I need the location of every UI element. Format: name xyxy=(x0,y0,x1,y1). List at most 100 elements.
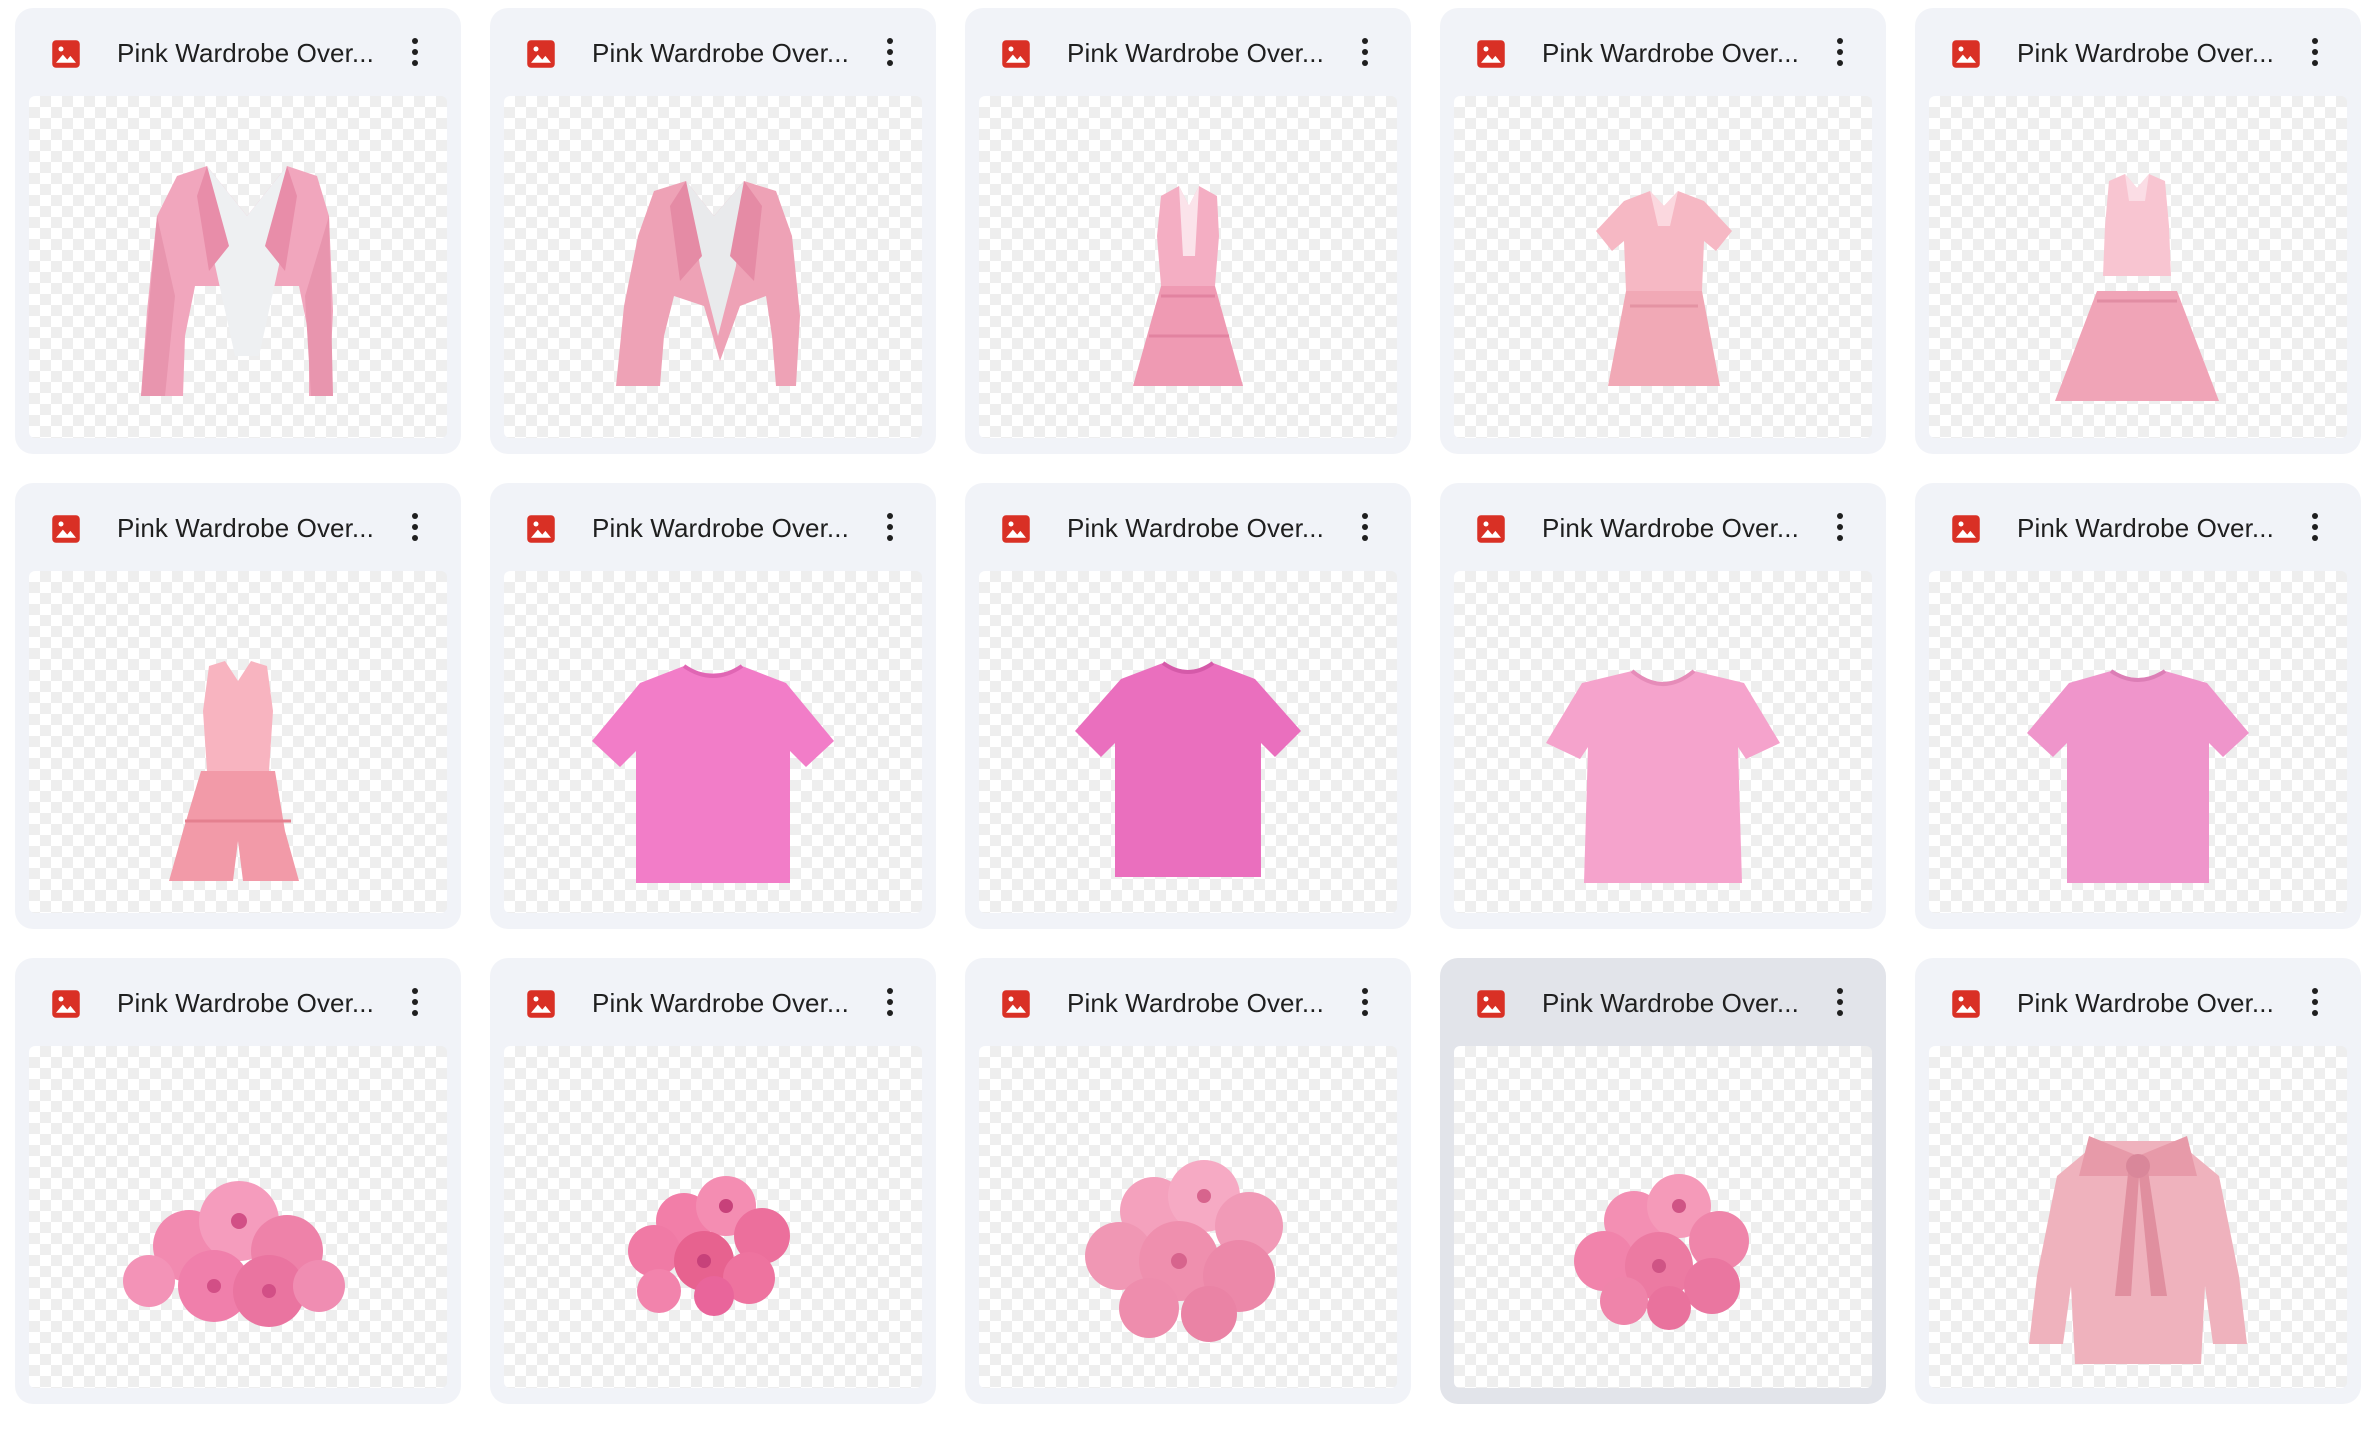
file-card[interactable]: Pink Wardrobe Over... xyxy=(1915,483,2361,929)
more-actions-button[interactable] xyxy=(1345,982,1385,1022)
file-name[interactable]: Pink Wardrobe Over... xyxy=(117,985,385,1021)
pink-bow-blouse-image xyxy=(2029,1136,2247,1364)
file-name[interactable]: Pink Wardrobe Over... xyxy=(117,510,385,546)
file-card[interactable]: Pink Wardrobe Over... xyxy=(965,958,1411,1404)
pink-tshirt-image xyxy=(1546,669,1780,883)
file-thumbnail[interactable] xyxy=(1929,96,2347,438)
more-actions-button[interactable] xyxy=(395,32,435,72)
file-card-header: Pink Wardrobe Over... xyxy=(490,958,936,1046)
more-actions-button[interactable] xyxy=(2295,982,2335,1022)
file-thumbnail[interactable] xyxy=(504,571,922,913)
more-vertical-icon xyxy=(2312,988,2318,1016)
file-name[interactable]: Pink Wardrobe Over... xyxy=(592,985,860,1021)
file-thumbnail[interactable] xyxy=(1454,571,1872,913)
more-vertical-icon xyxy=(2312,513,2318,541)
file-card[interactable]: Pink Wardrobe Over... xyxy=(15,483,461,929)
image-file-icon xyxy=(1001,514,1031,544)
more-actions-button[interactable] xyxy=(1820,507,1860,547)
pink-flowers-image xyxy=(628,1176,790,1316)
pink-tshirt-image xyxy=(592,664,834,883)
file-card[interactable]: Pink Wardrobe Over... xyxy=(965,8,1411,454)
file-card-header: Pink Wardrobe Over... xyxy=(1440,958,1886,1046)
image-file-icon xyxy=(1476,514,1506,544)
pink-flowers-image xyxy=(1574,1174,1749,1330)
file-name[interactable]: Pink Wardrobe Over... xyxy=(1542,510,1810,546)
image-file-icon xyxy=(526,39,556,69)
pink-tshirt-image xyxy=(2027,669,2249,883)
file-name[interactable]: Pink Wardrobe Over... xyxy=(117,35,385,71)
image-file-icon xyxy=(1001,39,1031,69)
more-actions-button[interactable] xyxy=(870,32,910,72)
file-name[interactable]: Pink Wardrobe Over... xyxy=(2017,35,2285,71)
file-name[interactable]: Pink Wardrobe Over... xyxy=(2017,510,2285,546)
file-card[interactable]: Pink Wardrobe Over... xyxy=(965,483,1411,929)
file-thumbnail[interactable] xyxy=(504,96,922,438)
file-card-header: Pink Wardrobe Over... xyxy=(965,483,1411,571)
pink-tank-shorts-image xyxy=(169,661,299,881)
more-actions-button[interactable] xyxy=(1820,32,1860,72)
more-actions-button[interactable] xyxy=(870,507,910,547)
file-card[interactable]: Pink Wardrobe Over... xyxy=(490,483,936,929)
file-name[interactable]: Pink Wardrobe Over... xyxy=(1067,510,1335,546)
more-actions-button[interactable] xyxy=(1345,32,1385,72)
file-card[interactable]: Pink Wardrobe Over... xyxy=(15,8,461,454)
file-thumbnail[interactable] xyxy=(979,96,1397,438)
more-actions-button[interactable] xyxy=(1345,507,1385,547)
file-card[interactable]: Pink Wardrobe Over... xyxy=(1915,8,2361,454)
image-file-icon xyxy=(1951,514,1981,544)
image-file-icon xyxy=(1476,989,1506,1019)
image-file-icon xyxy=(1001,989,1031,1019)
file-card[interactable]: Pink Wardrobe Over... xyxy=(490,8,936,454)
image-file-icon xyxy=(51,39,81,69)
file-name[interactable]: Pink Wardrobe Over... xyxy=(1542,985,1810,1021)
file-thumbnail[interactable] xyxy=(29,1046,447,1388)
file-card-header: Pink Wardrobe Over... xyxy=(1915,483,2361,571)
file-card-header: Pink Wardrobe Over... xyxy=(1915,958,2361,1046)
file-name[interactable]: Pink Wardrobe Over... xyxy=(592,35,860,71)
more-vertical-icon xyxy=(1837,38,1843,66)
more-actions-button[interactable] xyxy=(395,982,435,1022)
file-name[interactable]: Pink Wardrobe Over... xyxy=(1067,985,1335,1021)
file-thumbnail[interactable] xyxy=(979,1046,1397,1388)
more-actions-button[interactable] xyxy=(2295,507,2335,547)
file-name[interactable]: Pink Wardrobe Over... xyxy=(1067,35,1335,71)
file-card[interactable]: Pink Wardrobe Over... xyxy=(1440,483,1886,929)
more-vertical-icon xyxy=(887,38,893,66)
more-actions-button[interactable] xyxy=(2295,32,2335,72)
file-card[interactable]: Pink Wardrobe Over... xyxy=(1440,958,1886,1404)
more-actions-button[interactable] xyxy=(870,982,910,1022)
file-card[interactable]: Pink Wardrobe Over... xyxy=(490,958,936,1404)
file-thumbnail[interactable] xyxy=(1454,1046,1872,1388)
file-thumbnail[interactable] xyxy=(29,96,447,438)
more-vertical-icon xyxy=(412,988,418,1016)
file-thumbnail[interactable] xyxy=(979,571,1397,913)
pink-blazer-image xyxy=(616,181,800,386)
file-thumbnail[interactable] xyxy=(1454,96,1872,438)
file-card-header: Pink Wardrobe Over... xyxy=(15,8,461,96)
file-card[interactable]: Pink Wardrobe Over... xyxy=(15,958,461,1404)
more-vertical-icon xyxy=(1837,988,1843,1016)
more-vertical-icon xyxy=(412,38,418,66)
more-actions-button[interactable] xyxy=(395,507,435,547)
file-card-header: Pink Wardrobe Over... xyxy=(1915,8,2361,96)
file-card-header: Pink Wardrobe Over... xyxy=(15,958,461,1046)
file-thumbnail[interactable] xyxy=(1929,571,2347,913)
file-name[interactable]: Pink Wardrobe Over... xyxy=(1542,35,1810,71)
pink-tshirt-image xyxy=(1075,661,1301,877)
image-file-icon xyxy=(526,514,556,544)
more-vertical-icon xyxy=(887,513,893,541)
more-actions-button[interactable] xyxy=(1820,982,1860,1022)
file-name[interactable]: Pink Wardrobe Over... xyxy=(592,510,860,546)
file-thumbnail[interactable] xyxy=(29,571,447,913)
file-card[interactable]: Pink Wardrobe Over... xyxy=(1915,958,2361,1404)
image-file-icon xyxy=(1476,39,1506,69)
file-grid: Pink Wardrobe Over... Pink Wardrobe Over… xyxy=(15,8,2365,1404)
file-card[interactable]: Pink Wardrobe Over... xyxy=(1440,8,1886,454)
file-name[interactable]: Pink Wardrobe Over... xyxy=(2017,985,2285,1021)
more-vertical-icon xyxy=(1362,38,1368,66)
file-thumbnail[interactable] xyxy=(504,1046,922,1388)
image-file-icon xyxy=(526,989,556,1019)
pink-crop-top-skirt-image xyxy=(2055,174,2219,401)
file-thumbnail[interactable] xyxy=(1929,1046,2347,1388)
more-vertical-icon xyxy=(2312,38,2318,66)
